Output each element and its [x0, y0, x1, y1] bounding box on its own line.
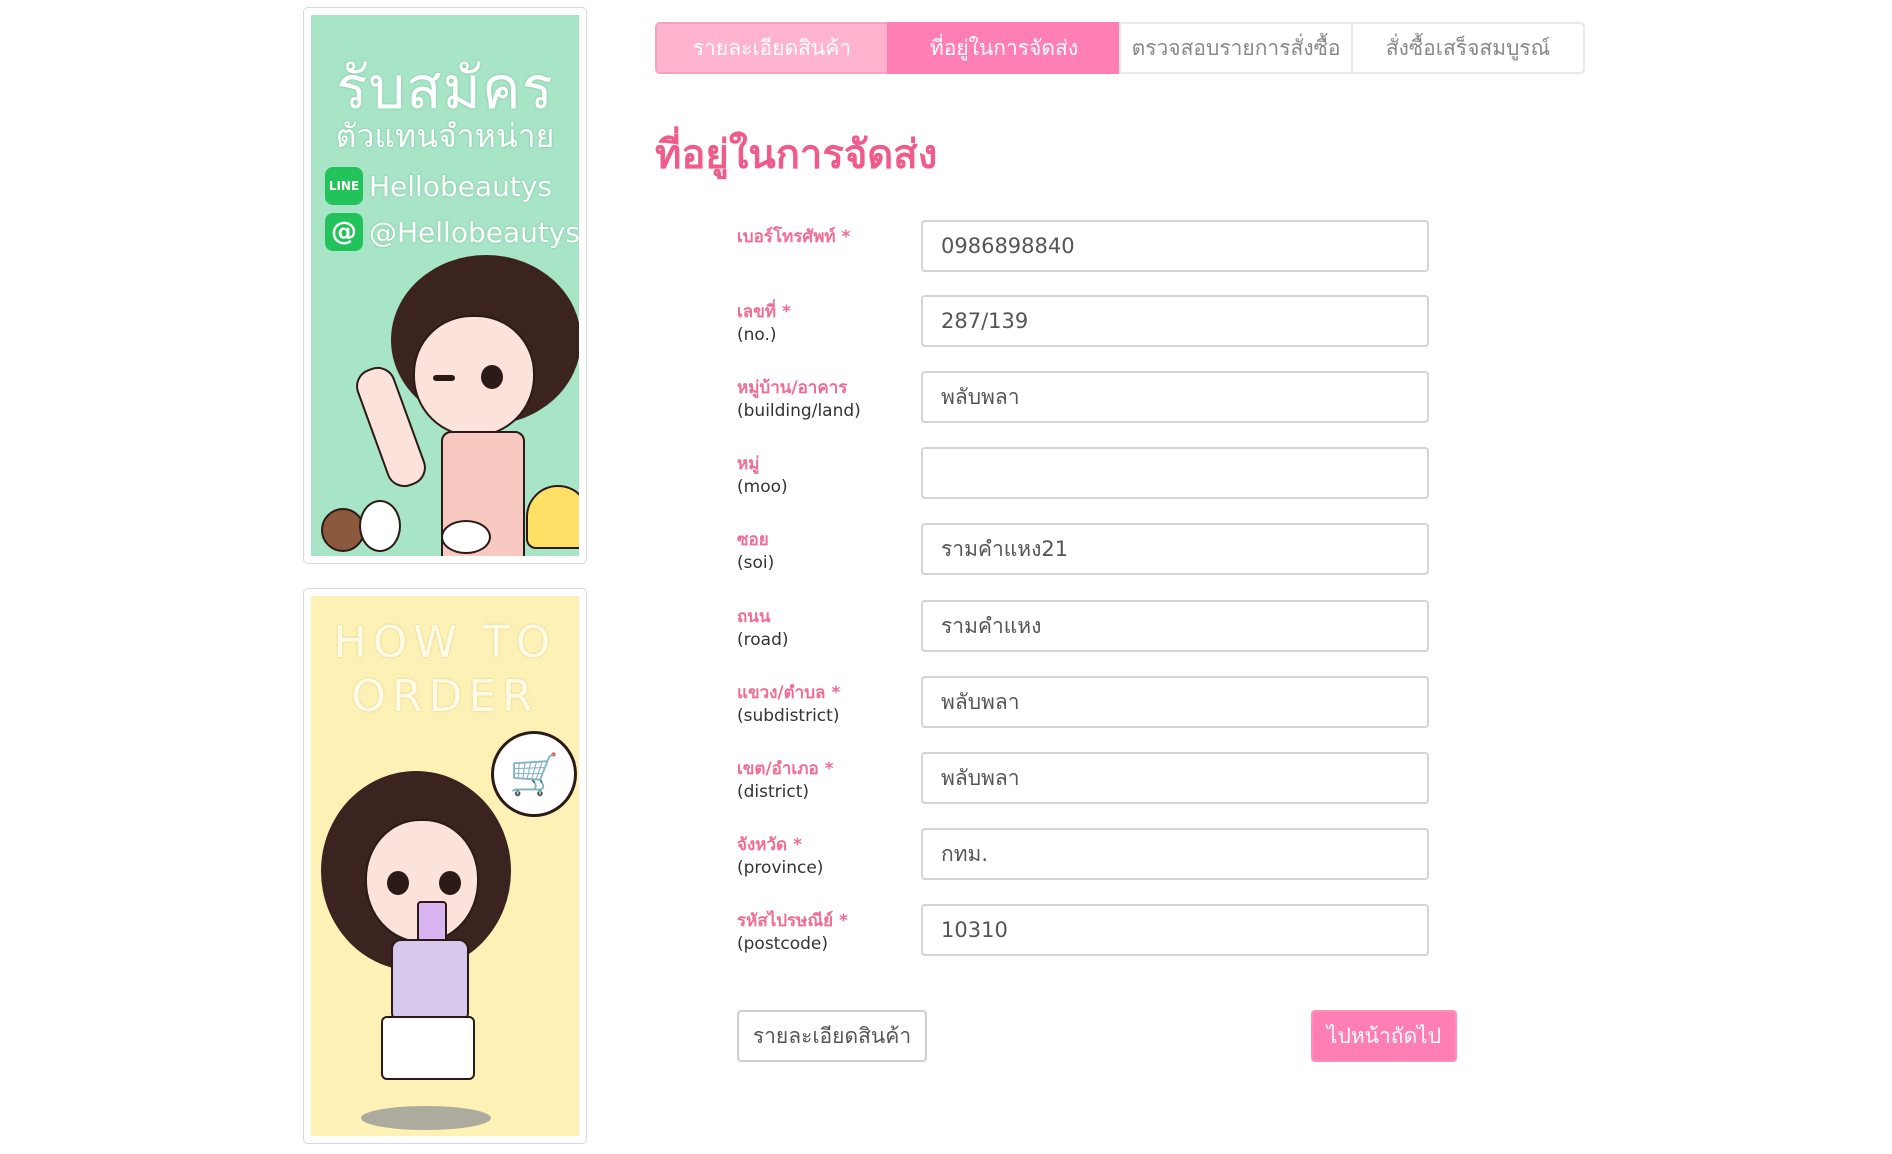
postcode-label-en: (postcode): [737, 934, 828, 954]
next-page-button[interactable]: ไปหน้าถัดไป: [1311, 1010, 1457, 1062]
phone-label-th: เบอร์โทรศัพท์ *: [737, 227, 851, 247]
province-row: จังหวัด * (province): [737, 828, 1429, 884]
no-label: เลขที่ * (no.): [737, 301, 791, 347]
page-title: ที่อยู่ในการจัดส่ง: [655, 132, 938, 178]
tab-review-order[interactable]: ตรวจสอบรายการสั่งซื้อ: [1119, 22, 1353, 74]
how-to-order-banner[interactable]: HOW TO ORDER 🛒: [303, 588, 587, 1144]
soi-label: ซอย (soi): [737, 529, 774, 575]
building-row: หมู่บ้าน/อาคาร (building/land): [737, 371, 1429, 427]
at-id: @Hellobeautys: [369, 215, 579, 249]
province-label-en: (province): [737, 858, 824, 878]
girl-illustration: [321, 771, 541, 1131]
district-label: เขต/อำเภอ * (district): [737, 758, 833, 804]
province-label-th: จังหวัด *: [737, 835, 802, 855]
road-label: ถนน (road): [737, 606, 789, 652]
district-row: เขต/อำเภอ * (district): [737, 752, 1429, 808]
moo-row: หมู่ (moo): [737, 447, 1429, 503]
no-input[interactable]: [921, 295, 1429, 347]
phone-row: เบอร์โทรศัพท์ *: [737, 220, 1429, 276]
soi-row: ซอย (soi): [737, 523, 1429, 579]
no-row: เลขที่ * (no.): [737, 295, 1429, 351]
back-to-product-details-button[interactable]: รายละเอียดสินค้า: [737, 1010, 927, 1062]
district-input[interactable]: [921, 752, 1429, 804]
postcode-label-th: รหัสไปรษณีย์ *: [737, 911, 848, 931]
moo-label-en: (moo): [737, 477, 788, 497]
moo-label: หมู่ (moo): [737, 453, 788, 499]
building-input[interactable]: [921, 371, 1429, 423]
phone-label: เบอร์โทรศัพท์ *: [737, 226, 850, 249]
district-label-en: (district): [737, 782, 810, 802]
road-label-th: ถนน: [737, 607, 771, 627]
road-input[interactable]: [921, 600, 1429, 652]
line-contact: LINE Hellobeautys: [325, 167, 552, 205]
tab-order-complete[interactable]: สั่งซื้อเสร็จสมบูรณ์: [1351, 22, 1585, 74]
line-icon: LINE: [325, 167, 363, 205]
subdistrict-row: แขวง/ตำบล * (subdistrict): [737, 676, 1429, 732]
tab-product-details[interactable]: รายละเอียดสินค้า: [655, 22, 889, 74]
postcode-label: รหัสไปรษณีย์ * (postcode): [737, 910, 848, 956]
at-icon: @: [325, 213, 363, 251]
district-label-th: เขต/อำเภอ *: [737, 759, 834, 779]
province-label: จังหวัด * (province): [737, 834, 823, 880]
sticker-characters: [311, 486, 579, 556]
building-label: หมู่บ้าน/อาคาร (building/land): [737, 377, 861, 423]
moo-label-th: หมู่: [737, 454, 760, 474]
no-label-th: เลขที่ *: [737, 302, 791, 322]
how-to-order-banner-image: HOW TO ORDER 🛒: [311, 596, 579, 1136]
postcode-row: รหัสไปรษณีย์ * (postcode): [737, 904, 1429, 960]
subdistrict-input[interactable]: [921, 676, 1429, 728]
at-contact: @ @Hellobeautys: [325, 213, 579, 251]
building-label-th: หมู่บ้าน/อาคาร: [737, 378, 848, 398]
checkout-steps: รายละเอียดสินค้า ที่อยู่ในการจัดส่ง ตรวจ…: [655, 22, 1591, 74]
tab-shipping-address[interactable]: ที่อยู่ในการจัดส่ง: [887, 22, 1121, 74]
dealer-banner-image: รับสมัคร ตัวแทนจำหน่าย LINE Hellobeautys…: [311, 15, 579, 556]
province-input[interactable]: [921, 828, 1429, 880]
soi-input[interactable]: [921, 523, 1429, 575]
subdistrict-label-en: (subdistrict): [737, 706, 840, 726]
road-label-en: (road): [737, 630, 789, 650]
dealer-banner-subtitle: ตัวแทนจำหน่าย: [335, 117, 555, 155]
postcode-input[interactable]: [921, 904, 1429, 956]
road-row: ถนน (road): [737, 600, 1429, 656]
no-label-en: (no.): [737, 325, 777, 345]
how-to-order-title: HOW TO ORDER: [333, 617, 557, 722]
phone-input[interactable]: [921, 220, 1429, 272]
soi-label-th: ซอย: [737, 530, 769, 550]
moo-input[interactable]: [921, 447, 1429, 499]
building-label-en: (building/land): [737, 401, 861, 421]
subdistrict-label-th: แขวง/ตำบล *: [737, 683, 841, 703]
subdistrict-label: แขวง/ตำบล * (subdistrict): [737, 682, 840, 728]
line-id: Hellobeautys: [369, 169, 553, 203]
dealer-banner[interactable]: รับสมัคร ตัวแทนจำหน่าย LINE Hellobeautys…: [303, 7, 587, 564]
soi-label-en: (soi): [737, 553, 775, 573]
